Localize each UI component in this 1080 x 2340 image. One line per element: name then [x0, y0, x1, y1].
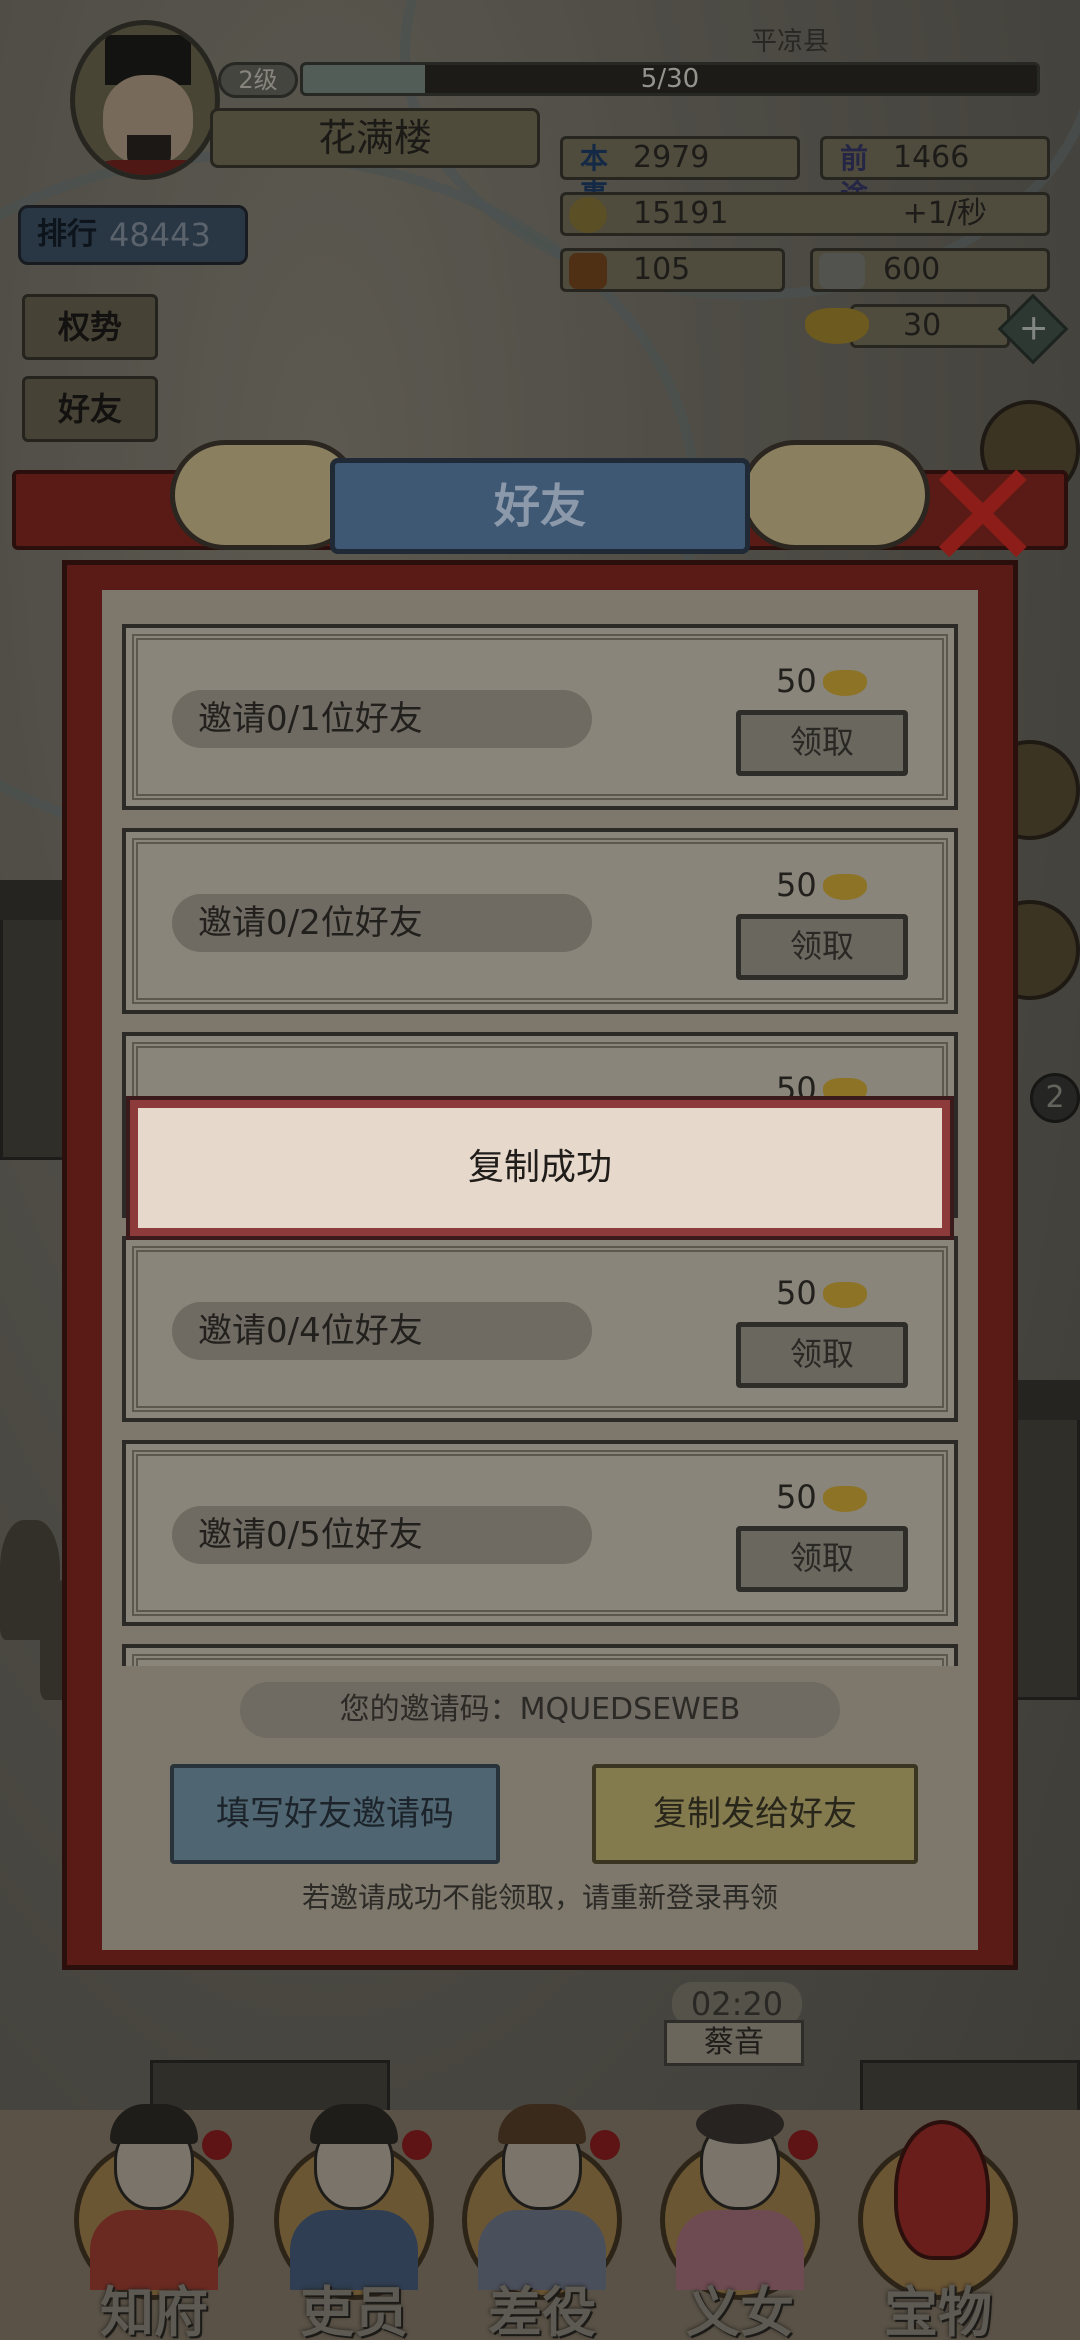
list-item	[122, 1644, 958, 1666]
tab-label: 宝物	[884, 2281, 992, 2340]
dialog-title: 好友	[330, 458, 750, 554]
reward-amount: 50	[776, 866, 867, 904]
tab-label: 差役	[488, 2281, 596, 2340]
enter-invite-code-button[interactable]: 填写好友邀请码	[170, 1764, 500, 1864]
reward-amount: 50	[776, 1274, 867, 1312]
list-item: 邀请0/5位好友 50 领取	[122, 1440, 958, 1626]
list-item: 邀请0/2位好友 50 领取	[122, 828, 958, 1014]
copy-success-toast: 复制成功	[130, 1100, 950, 1236]
red-dot-icon	[590, 2130, 620, 2160]
claim-button[interactable]: 领取	[736, 1526, 908, 1592]
red-dot-icon	[402, 2130, 432, 2160]
invite-progress-label: 邀请0/5位好友	[172, 1506, 592, 1564]
claim-button[interactable]: 领取	[736, 1322, 908, 1388]
tab-label: 义女	[686, 2281, 794, 2340]
tab-daughters[interactable]: 义女	[648, 2100, 832, 2340]
red-dot-icon	[202, 2130, 232, 2160]
toast-text: 复制成功	[467, 1147, 612, 1188]
list-item: 邀请0/1位好友 50 领取	[122, 624, 958, 810]
invite-code-label: 您的邀请码：MQUEDSEWEB	[240, 1682, 840, 1738]
reward-amount: 50	[776, 1478, 867, 1516]
reward-amount: 50	[776, 662, 867, 700]
tab-label: 吏员	[300, 2281, 408, 2340]
npc-name-tag[interactable]: 蔡音	[664, 2020, 804, 2066]
tab-magistrate[interactable]: 知府	[62, 2100, 246, 2340]
invite-progress-label: 邀请0/4位好友	[172, 1302, 592, 1360]
tab-label: 知府	[100, 2281, 208, 2340]
tab-treasures[interactable]: 宝物	[846, 2100, 1030, 2340]
gold-ingot-icon	[822, 670, 867, 696]
invite-hint: 若邀请成功不能领取，请重新登录再领	[301, 1881, 778, 1914]
gold-ingot-icon	[822, 874, 867, 900]
invite-progress-label: 邀请0/2位好友	[172, 894, 592, 952]
claim-button[interactable]: 领取	[736, 710, 908, 776]
list-item: 邀请0/4位好友 50 领取	[122, 1236, 958, 1422]
copy-invite-button[interactable]: 复制发给好友	[592, 1764, 918, 1864]
gold-ingot-icon	[822, 1486, 867, 1512]
close-icon[interactable]: ✕	[920, 442, 1046, 592]
tab-clerks[interactable]: 吏员	[262, 2100, 446, 2340]
gold-ingot-icon	[822, 1282, 867, 1308]
invite-progress-label: 邀请0/1位好友	[172, 690, 592, 748]
cloud-ornament-right	[740, 440, 930, 550]
claim-button[interactable]: 领取	[736, 914, 908, 980]
red-dot-icon	[788, 2130, 818, 2160]
tab-runners[interactable]: 差役	[450, 2100, 634, 2340]
treasure-bag-icon	[894, 2120, 990, 2260]
